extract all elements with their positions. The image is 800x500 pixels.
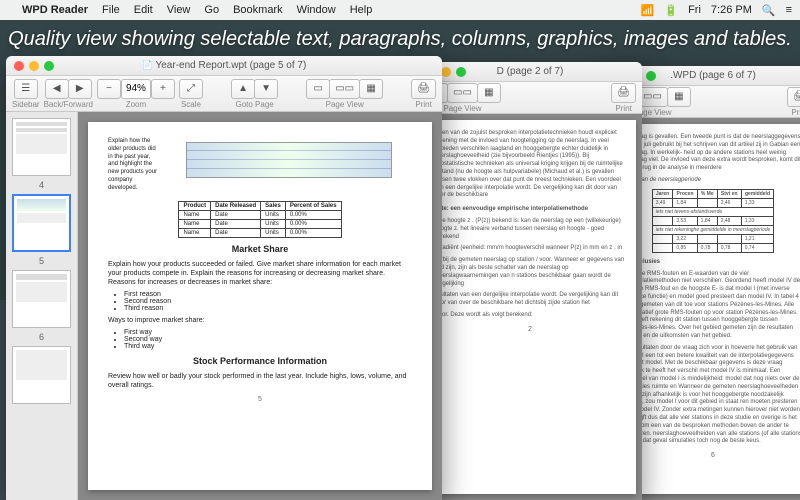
zoom-value[interactable]: 94% — [121, 79, 151, 99]
body-text[interactable]: it dat de RMS-fouten en E-waarden van de… — [624, 271, 800, 341]
battery-icon[interactable]: 🔋 — [664, 4, 678, 17]
window-main[interactable]: 📄 Year-end Report.wpt (page 5 of 7) ☰Sid… — [6, 56, 442, 500]
body-text[interactable]: derbij de gemeten neerslag op station / … — [434, 257, 626, 288]
document-page-2[interactable]: Geen van de zojuist besproken interpolat… — [424, 120, 636, 494]
clock-time: 7:26 PM — [711, 4, 752, 16]
back-button[interactable]: ◀ — [45, 79, 69, 99]
page-thumbnail[interactable] — [12, 118, 71, 176]
window-title: .WPD (page 6 of 7) — [656, 70, 800, 81]
heading[interactable]: e conclusies — [624, 259, 800, 267]
menu-app[interactable]: WPD Reader — [22, 4, 88, 16]
pageview-btn[interactable]: ▦ — [667, 87, 691, 107]
forward-button[interactable]: ▶ — [68, 79, 92, 99]
body-text[interactable]: Explain how the older products did in th… — [108, 138, 158, 193]
notification-icon[interactable]: ≡ — [786, 4, 792, 16]
body-text[interactable]: p de hoogte z . (P(z)) bekend is: kan de… — [434, 218, 626, 241]
titlebar[interactable]: 📄 Year-end Report.wpt (page 5 of 7) — [6, 56, 442, 76]
ways-list[interactable]: First way Second way Third way — [124, 329, 412, 350]
menu-bookmark[interactable]: Bookmark — [233, 4, 283, 16]
zoom-out-button[interactable]: − — [97, 79, 121, 99]
toolbar: ☰Sidebar ◀▶Back/Forward −94%+ Zoom ⤢Scale… — [6, 76, 442, 112]
mac-menubar: WPD Reader File Edit View Go Bookmark Wi… — [0, 0, 800, 20]
body-text[interactable]: neerslag is gevallen. Een tweede punt is… — [624, 134, 800, 173]
table-caption[interactable]: Note van de neerslagperiode — [624, 177, 800, 185]
goto-prev-button[interactable]: ▲ — [231, 79, 255, 99]
body-text[interactable]: Ways to improve market share: — [108, 316, 412, 325]
thumbnail-sidebar[interactable]: 4 5 6 — [6, 112, 78, 500]
print-button[interactable]: 🖨 — [787, 87, 800, 107]
minimize-icon[interactable] — [29, 61, 39, 71]
pageview-btn[interactable]: ▭ — [306, 79, 330, 99]
goto-label: Goto Page — [235, 100, 273, 109]
heading-stock[interactable]: Stock Performance Information — [108, 356, 412, 366]
page-thumbnail-current[interactable] — [12, 194, 71, 252]
page-thumbnail[interactable] — [12, 346, 71, 404]
window-title: D (page 2 of 7) — [466, 66, 634, 77]
heading[interactable]: ogte: een eenvoudige empirische interpol… — [434, 206, 626, 214]
products-table[interactable]: ProductDate ReleasedSalesPercent of Sale… — [178, 201, 341, 238]
menu-edit[interactable]: Edit — [134, 4, 153, 16]
banner-text: Quality view showing selectable text, pa… — [0, 28, 800, 51]
pageview-btn[interactable]: ▦ — [477, 83, 501, 103]
menu-go[interactable]: Go — [204, 4, 219, 16]
zoom-icon[interactable] — [44, 61, 54, 71]
wifi-icon[interactable]: 📶 — [641, 4, 655, 17]
titlebar[interactable]: D (page 2 of 7) — [418, 62, 642, 82]
zoom-label: Zoom — [126, 100, 146, 109]
pageview-btn[interactable]: ▭▭ — [447, 83, 478, 103]
pageview-btn[interactable]: ▭▭ — [329, 79, 360, 99]
print-label: Print — [415, 100, 431, 109]
pageview-label: Page View — [326, 100, 364, 109]
data-table[interactable]: JarenProcen% MeStvt engemiddeld 3,491,84… — [652, 189, 775, 253]
pageview-label: Page View — [443, 104, 481, 113]
body-text[interactable]: Explain how your products succeeded or f… — [108, 260, 412, 287]
heading-market-share[interactable]: Market Share — [108, 244, 412, 254]
scale-label: Scale — [181, 100, 201, 109]
print-button[interactable]: 🖨 — [611, 83, 636, 103]
chart-graphic[interactable] — [186, 142, 392, 178]
reasons-list[interactable]: First reason Second reason Third reason — [124, 291, 412, 312]
print-button[interactable]: 🖨 — [411, 79, 436, 99]
zoom-in-button[interactable]: + — [151, 79, 175, 99]
thumb-number: 4 — [12, 180, 71, 190]
body-text[interactable]: esultaten van een dergelijke interpolati… — [434, 292, 626, 308]
scale-button[interactable]: ⤢ — [179, 79, 203, 99]
page-thumbnail[interactable] — [12, 270, 71, 328]
close-icon[interactable] — [14, 61, 24, 71]
body-text[interactable]: an resultaten door de vraag zich voor in… — [624, 345, 800, 446]
clock-day: Fri — [688, 4, 701, 16]
toolbar: ▭▭▭▦Page View 🖨Print — [418, 82, 642, 114]
body-text[interactable]: sgradiënt (eenheid: mm/m hoogteverschil … — [434, 245, 626, 253]
backforward-label: Back/Forward — [44, 100, 93, 109]
sidebar-label: Sidebar — [12, 100, 40, 109]
spotlight-icon[interactable]: 🔍 — [762, 4, 776, 17]
page-number: 5 — [108, 396, 412, 403]
page-number: 6 — [624, 452, 800, 459]
menu-view[interactable]: View — [167, 4, 191, 16]
document-page-5[interactable]: Explain how the older products did in th… — [88, 122, 432, 490]
body-text[interactable]: actor. Deze wordt als volgt berekend: — [434, 312, 626, 320]
sidebar-button[interactable]: ☰ — [14, 79, 38, 99]
goto-next-button[interactable]: ▼ — [254, 79, 278, 99]
zoom-icon[interactable] — [646, 71, 656, 81]
menu-file[interactable]: File — [102, 4, 120, 16]
body-text[interactable]: Geen van de zojuist besproken interpolat… — [434, 130, 626, 200]
pageview-btn[interactable]: ▦ — [359, 79, 383, 99]
thumb-number: 5 — [12, 256, 71, 266]
print-label: Print — [615, 104, 631, 113]
minimize-icon[interactable] — [441, 67, 451, 77]
window-page2[interactable]: D (page 2 of 7) ▭▭▭▦Page View 🖨Print Gee… — [418, 62, 642, 500]
body-text[interactable]: Review how well or badly your stock perf… — [108, 372, 412, 390]
page-number: 2 — [434, 326, 626, 333]
window-title: 📄 Year-end Report.wpt (page 5 of 7) — [54, 60, 434, 71]
print-label: Print — [791, 108, 800, 117]
menu-window[interactable]: Window — [297, 4, 336, 16]
thumb-number: 6 — [12, 332, 71, 342]
zoom-icon[interactable] — [456, 67, 466, 77]
menu-help[interactable]: Help — [350, 4, 373, 16]
